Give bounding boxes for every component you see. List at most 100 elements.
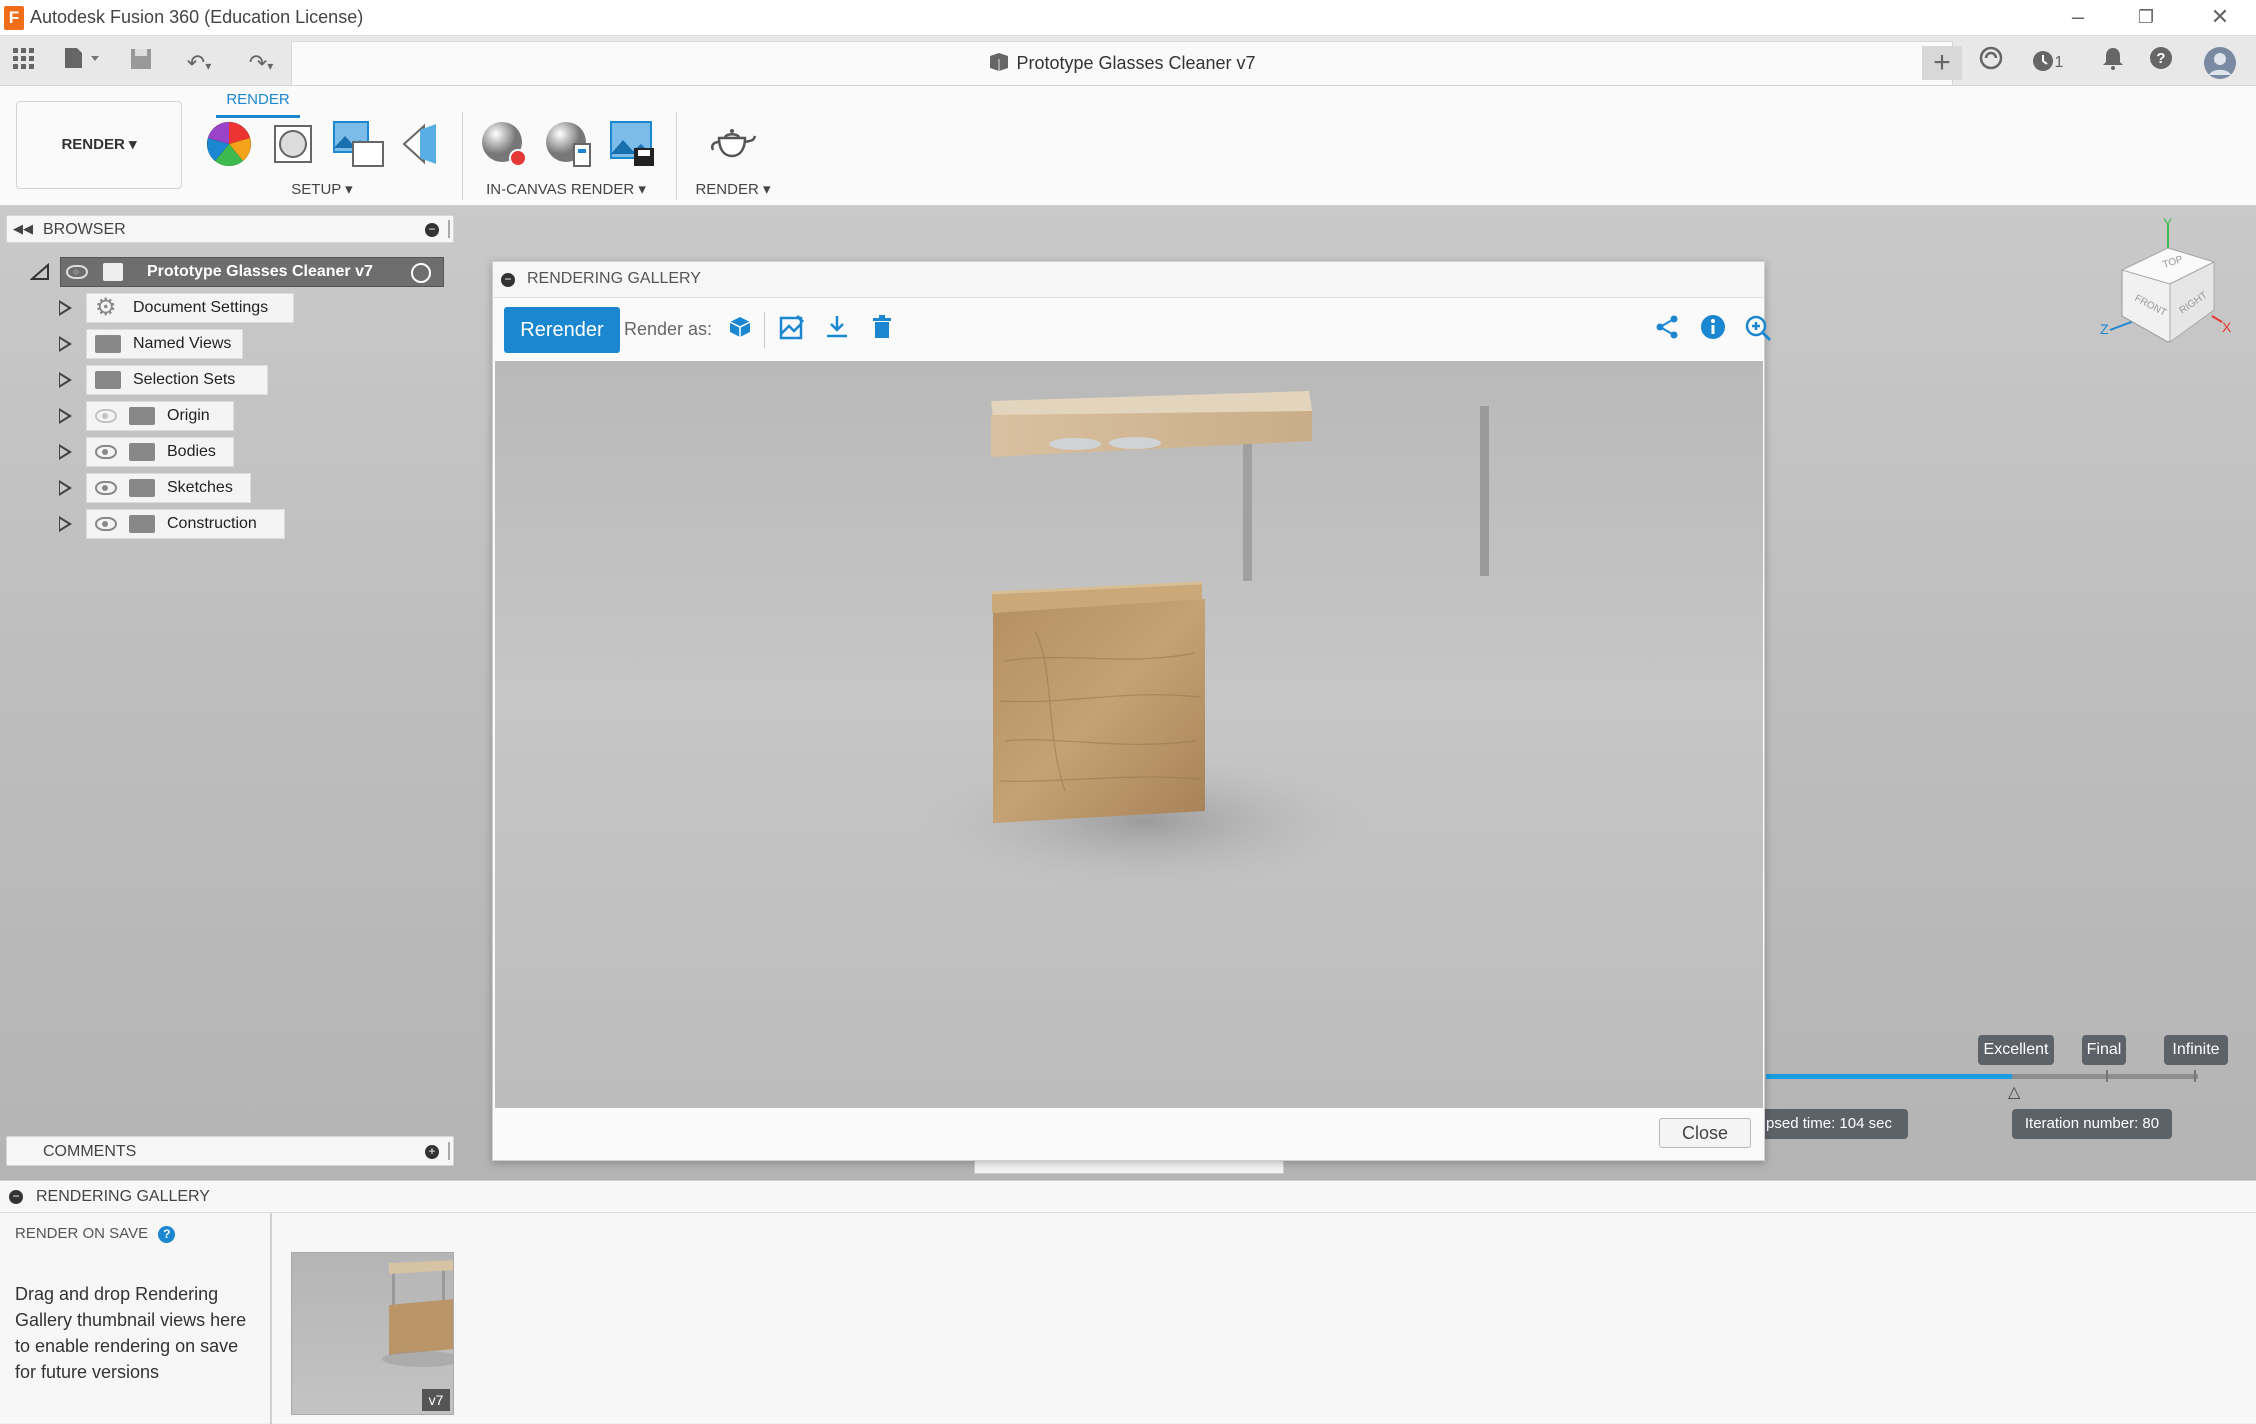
visibility-eye-icon[interactable] <box>95 481 117 495</box>
history-count: 1 <box>2054 54 2064 71</box>
edit-image-icon[interactable] <box>776 314 808 346</box>
browser-root-node[interactable]: Prototype Glasses Cleaner v7 <box>60 257 444 287</box>
document-tab[interactable]: Prototype Glasses Cleaner v7 × <box>291 41 1953 85</box>
comments-add-icon[interactable]: + <box>425 1145 439 1159</box>
toolbar-divider <box>676 112 677 200</box>
collapse-browser-icon[interactable]: ◀◀ <box>13 221 33 237</box>
quality-infinite[interactable]: Infinite <box>2164 1035 2228 1065</box>
new-tab-icon[interactable]: + <box>1922 46 1962 80</box>
capture-image-icon[interactable] <box>606 118 658 170</box>
gallery-dialog-title: RENDERING GALLERY <box>527 270 701 287</box>
gear-icon: ⚙ <box>95 294 117 321</box>
browser-minimize-icon[interactable]: − <box>425 223 439 237</box>
visibility-eye-icon[interactable] <box>95 445 117 459</box>
iteration-number: Iteration number: 80 <box>2012 1109 2172 1139</box>
close-window-button[interactable]: ✕ <box>2186 0 2254 36</box>
browser-item-label: Construction <box>167 515 257 532</box>
visibility-hidden-icon[interactable] <box>95 409 117 423</box>
in-canvas-render-icon[interactable] <box>478 118 530 170</box>
apps-grid-icon[interactable] <box>8 46 40 80</box>
window-title: Autodesk Fusion 360 (Education License) <box>30 7 364 27</box>
browser-root-label: Prototype Glasses Cleaner v7 <box>147 263 373 280</box>
job-status-icon[interactable] <box>1972 46 2010 80</box>
browser-item-label: Bodies <box>167 443 216 460</box>
download-icon[interactable] <box>821 314 853 346</box>
folder-icon <box>129 515 155 533</box>
gallery-dialog-header: − RENDERING GALLERY <box>493 262 1764 298</box>
render-as-model-icon[interactable] <box>724 314 756 346</box>
texture-map-icon[interactable] <box>331 118 384 170</box>
fusion-logo-icon: F <box>4 6 24 30</box>
zoom-in-icon[interactable] <box>1742 314 1774 346</box>
axis-z-label: Z <box>2100 321 2109 337</box>
thumbnail-version-badge: v7 <box>422 1389 450 1411</box>
progress-marker-icon[interactable]: △ <box>2008 1082 2020 1102</box>
restore-button[interactable]: ❐ <box>2112 0 2180 36</box>
browser-item-origin[interactable]: Origin <box>86 401 234 431</box>
browser-item-sketches[interactable]: Sketches <box>86 473 251 503</box>
browser-item-label: Sketches <box>167 479 233 496</box>
folder-icon <box>129 407 155 425</box>
comments-title: COMMENTS <box>43 1143 137 1160</box>
folder-icon <box>129 443 155 461</box>
render-group-label[interactable]: RENDER ▾ <box>690 180 776 198</box>
panel-resize-handle[interactable] <box>448 220 450 238</box>
setup-group-label[interactable]: SETUP ▾ <box>282 180 362 198</box>
undo-icon[interactable]: ↶▾ <box>174 46 224 80</box>
browser-item-selection-sets[interactable]: Selection Sets <box>86 365 268 395</box>
comments-panel-header: COMMENTS + <box>6 1136 454 1166</box>
history-icon[interactable]: 1 <box>2022 46 2072 80</box>
toolbar-divider <box>462 112 463 200</box>
delete-trash-icon[interactable] <box>866 314 898 346</box>
render-on-save-help-icon[interactable]: ? <box>158 1226 176 1243</box>
folder-icon <box>95 335 121 353</box>
redo-icon[interactable]: ↷▾ <box>236 46 286 80</box>
user-avatar[interactable] <box>2200 46 2240 80</box>
folder-icon <box>95 371 121 389</box>
notifications-bell-icon[interactable] <box>2096 46 2130 80</box>
viewcube[interactable]: TOP FRONT RIGHT Y Z X <box>2096 215 2246 363</box>
tab-render[interactable]: RENDER <box>210 88 306 118</box>
quality-final[interactable]: Final <box>2082 1035 2126 1065</box>
quality-excellent[interactable]: Excellent <box>1978 1035 2054 1065</box>
info-icon[interactable] <box>1697 314 1729 346</box>
activate-radio-icon[interactable] <box>411 263 431 283</box>
share-icon[interactable] <box>1651 314 1683 346</box>
in-canvas-render-group-label[interactable]: IN-CANVAS RENDER ▾ <box>480 180 652 198</box>
glasses-cleaner-render <box>915 391 1489 891</box>
in-canvas-render-settings-icon[interactable] <box>542 118 594 170</box>
close-dialog-button[interactable]: Close <box>1659 1118 1751 1148</box>
scene-settings-icon[interactable] <box>267 118 319 170</box>
render-on-save-column: RENDER ON SAVE ? Drag and drop Rendering… <box>0 1213 272 1424</box>
gallery-minimize-icon[interactable]: − <box>501 273 515 287</box>
component-icon <box>990 53 1009 71</box>
decal-icon[interactable] <box>398 118 450 170</box>
help-icon[interactable]: ? <box>2144 46 2178 80</box>
render-on-save-label: RENDER ON SAVE <box>15 1225 149 1242</box>
minimize-button[interactable]: – <box>2044 0 2112 36</box>
title-bar: F Autodesk Fusion 360 (Education License… <box>0 0 2256 36</box>
panel-resize-handle[interactable] <box>448 1142 450 1160</box>
panel-collapse-icon[interactable]: − <box>9 1190 23 1204</box>
appearance-icon[interactable] <box>203 118 255 170</box>
render-teapot-icon[interactable] <box>705 118 757 170</box>
browser-item-construction[interactable]: Construction <box>86 509 285 539</box>
browser-root-collapse-icon[interactable] <box>29 262 50 286</box>
browser-item-document-settings[interactable]: ⚙ Document Settings <box>86 293 294 323</box>
visibility-eye-icon[interactable] <box>66 265 88 279</box>
browser-title: BROWSER <box>43 221 126 238</box>
browser-item-bodies[interactable]: Bodies <box>86 437 234 467</box>
workspace-switcher[interactable]: RENDER ▾ <box>16 101 182 189</box>
gallery-thumbnail[interactable]: v7 <box>291 1252 454 1415</box>
file-menu-icon[interactable] <box>56 46 106 80</box>
render-progress-fill <box>1766 1074 2013 1079</box>
browser-item-label: Origin <box>167 407 210 424</box>
render-progress-track <box>1766 1070 2198 1082</box>
visibility-eye-icon[interactable] <box>95 517 117 531</box>
save-icon[interactable] <box>126 46 156 80</box>
elapsed-time: psed time: 104 sec <box>1750 1109 1908 1139</box>
render-on-save-hint: Drag and drop Rendering Gallery thumbnai… <box>15 1284 247 1382</box>
render-preview-image[interactable] <box>495 361 1763 1108</box>
browser-item-named-views[interactable]: Named Views <box>86 329 243 359</box>
rerender-button[interactable]: Rerender <box>504 307 620 353</box>
